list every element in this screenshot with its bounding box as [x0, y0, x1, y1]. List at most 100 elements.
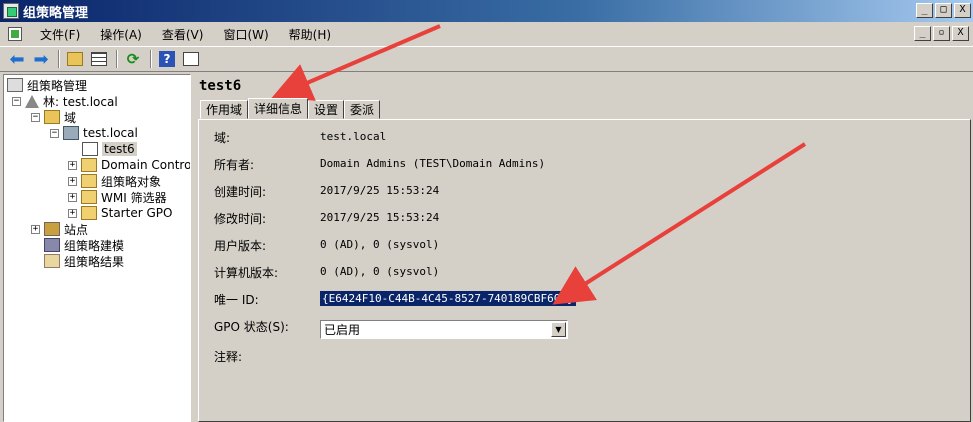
- comment-label: 注释:: [214, 350, 243, 364]
- show-hide-tree-button[interactable]: [88, 49, 110, 69]
- gpo-title: test6: [199, 78, 242, 94]
- child-close-button[interactable]: X: [952, 26, 969, 41]
- tree-item-label: 组策略管理: [27, 78, 88, 93]
- menu-action[interactable]: 操作(A): [90, 26, 152, 43]
- menu-window[interactable]: 窗口(W): [213, 26, 278, 43]
- chevron-down-icon[interactable]: ▼: [551, 322, 566, 337]
- tree-item-label: 组策略对象: [101, 174, 162, 189]
- unique-id-label: 唯一 ID:: [214, 293, 259, 307]
- tab-strip: 作用域 详细信息 设置 委派: [200, 98, 381, 119]
- tree-item-label: test.local: [83, 126, 138, 140]
- modeling-icon: [44, 238, 60, 252]
- help-icon: ?: [159, 51, 175, 67]
- expand-toggle[interactable]: +: [68, 208, 77, 218]
- details-panel: 域: test.local 所有者: Domain Admins (TEST\D…: [198, 119, 971, 422]
- user-version-value: 0 (AD), 0 (sysvol): [320, 238, 440, 251]
- expand-toggle[interactable]: +: [68, 160, 77, 170]
- properties-button[interactable]: [180, 49, 202, 69]
- toolbar-separator: [58, 50, 60, 68]
- tree-item-label: 林: test.local: [43, 94, 118, 109]
- menu-help[interactable]: 帮助(H): [279, 26, 341, 43]
- tab-delegation[interactable]: 委派: [344, 100, 381, 119]
- forest-icon: [25, 94, 39, 108]
- console-menu-icon[interactable]: [8, 27, 22, 41]
- gpo-status-dropdown[interactable]: 已启用 ▼: [320, 320, 568, 339]
- tree-item-label: 组策略建模: [64, 238, 125, 253]
- expand-toggle[interactable]: +: [31, 224, 40, 234]
- console-tree[interactable]: 组策略管理 − 林: test.local − 域 − test.local t…: [3, 74, 191, 422]
- unique-id-value[interactable]: {E6424F10-C44B-4C45-8527-740189CBF60E}: [320, 291, 576, 306]
- tree-item-forest[interactable]: − 林: test.local: [12, 93, 118, 109]
- owner-value: Domain Admins (TEST\Domain Admins): [320, 157, 546, 170]
- domain-icon: [63, 126, 79, 140]
- ou-folder-icon: [81, 158, 97, 172]
- title-bar: 组策略管理 _ □ X: [0, 0, 973, 22]
- gpo-link-icon: [82, 142, 98, 156]
- tab-scope[interactable]: 作用域: [200, 100, 249, 119]
- expand-toggle[interactable]: +: [68, 192, 77, 202]
- tree-item-label: 域: [64, 110, 77, 125]
- domain-label: 域:: [214, 131, 231, 145]
- window-controls: _ □ X: [916, 3, 971, 18]
- details-pane: test6 作用域 详细信息 设置 委派 域: test.local 所有者: …: [196, 74, 973, 422]
- tree-item-sites[interactable]: + 站点: [31, 221, 88, 237]
- tree-item-label: Starter GPO: [101, 206, 173, 220]
- tree-item-gpo-test6[interactable]: test6: [82, 141, 137, 157]
- tree-item-starter-gpo[interactable]: + Starter GPO: [68, 205, 172, 221]
- menu-file[interactable]: 文件(F): [30, 26, 90, 43]
- folder-icon: [81, 190, 97, 204]
- folder-icon: [81, 174, 97, 188]
- results-icon: [44, 254, 60, 268]
- tab-details[interactable]: 详细信息: [248, 98, 309, 119]
- refresh-icon: ⟳: [126, 50, 140, 68]
- tree-item-label: 站点: [64, 222, 89, 237]
- tree-item-domains[interactable]: − 域: [31, 109, 76, 125]
- gpo-status-label: GPO 状态(S):: [214, 320, 289, 334]
- gpmc-app-icon: [3, 3, 19, 19]
- refresh-button[interactable]: ⟳: [122, 49, 144, 69]
- maximize-button[interactable]: □: [935, 3, 952, 18]
- forward-button[interactable]: ➡: [30, 48, 52, 70]
- computer-version-value: 0 (AD), 0 (sysvol): [320, 265, 440, 278]
- tab-settings[interactable]: 设置: [308, 100, 345, 119]
- close-button[interactable]: X: [954, 3, 971, 18]
- owner-label: 所有者:: [214, 158, 255, 172]
- collapse-toggle[interactable]: −: [12, 96, 21, 106]
- collapse-toggle[interactable]: −: [31, 112, 40, 122]
- minimize-button[interactable]: _: [916, 3, 933, 18]
- tree-item-results[interactable]: 组策略结果: [44, 253, 124, 269]
- menu-view[interactable]: 查看(V): [152, 26, 214, 43]
- modified-value: 2017/9/25 15:53:24: [320, 211, 440, 224]
- collapse-toggle[interactable]: −: [50, 128, 59, 138]
- tree-item-root[interactable]: 组策略管理: [7, 77, 87, 93]
- modified-label: 修改时间:: [214, 212, 267, 226]
- tree-item-domain-controllers[interactable]: + Domain Control: [68, 157, 191, 173]
- user-version-label: 用户版本:: [214, 239, 267, 253]
- domains-icon: [44, 110, 60, 124]
- forward-arrow-icon: ➡: [33, 48, 49, 70]
- window-title: 组策略管理: [23, 5, 89, 21]
- child-restore-button[interactable]: ▫: [933, 26, 950, 41]
- computer-version-label: 计算机版本:: [214, 266, 279, 280]
- gpo-status-value: 已启用: [324, 323, 361, 337]
- child-window-controls: _ ▫ X: [914, 26, 969, 41]
- created-label: 创建时间:: [214, 185, 267, 199]
- back-arrow-icon: ⬅: [9, 48, 25, 70]
- tree-item-label: 组策略结果: [64, 254, 125, 269]
- help-button[interactable]: ?: [156, 49, 178, 69]
- console-tree-icon: [91, 52, 107, 66]
- tree-item-modeling[interactable]: 组策略建模: [44, 237, 124, 253]
- child-minimize-button[interactable]: _: [914, 26, 931, 41]
- sites-icon: [44, 222, 60, 236]
- expand-toggle[interactable]: +: [68, 176, 77, 186]
- toolbar: ⬅ ➡ ⟳ ?: [0, 46, 973, 72]
- gpm-icon: [7, 78, 23, 92]
- tree-item-domain[interactable]: − test.local: [50, 125, 138, 141]
- tree-item-label: Domain Control: [101, 158, 191, 172]
- back-button[interactable]: ⬅: [6, 48, 28, 70]
- tree-item-gpo-objects[interactable]: + 组策略对象: [68, 173, 161, 189]
- tree-item-wmi-filters[interactable]: + WMI 筛选器: [68, 189, 167, 205]
- up-folder-icon: [67, 52, 83, 66]
- up-button[interactable]: [64, 49, 86, 69]
- toolbar-separator: [116, 50, 118, 68]
